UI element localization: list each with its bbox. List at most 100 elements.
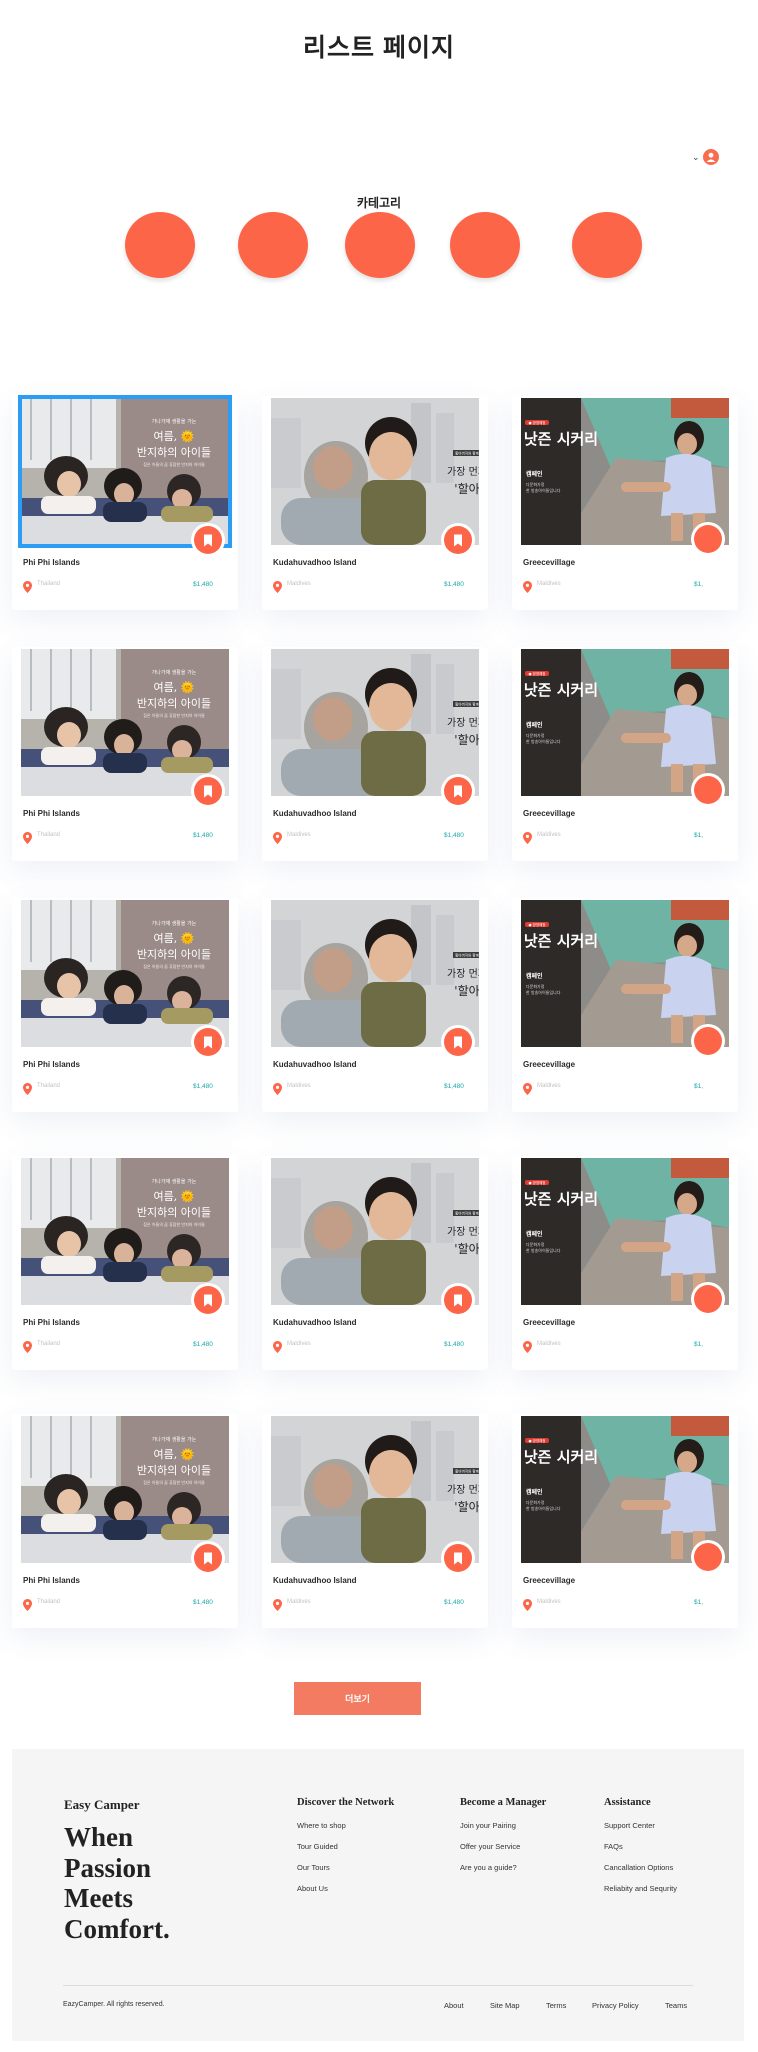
product-name[interactable]: Phi Phi Islands <box>23 1060 80 1069</box>
footer-link[interactable]: About Us <box>297 1884 394 1905</box>
product-card[interactable]: 가나가재 생활을 가는 여름, 🌞 반지하의 아이들 집은 아들의 꿈 휴잠한 … <box>12 898 238 1112</box>
footer-legal-link[interactable]: About <box>444 2001 464 2010</box>
footer-legal-link[interactable]: Privacy Policy <box>592 2001 639 2010</box>
product-card[interactable]: 가나가재 생활을 가는 여름, 🌞 반지하의 아이들 집은 아들의 꿈 휴잠한 … <box>12 395 238 610</box>
svg-text:가나가재 생활을 가는: 가나가재 생활을 가는 <box>152 920 197 927</box>
bookmark-icon[interactable] <box>694 1285 722 1313</box>
product-name[interactable]: Greecevillage <box>523 1060 575 1069</box>
bookmark-icon[interactable] <box>444 1286 472 1314</box>
product-image[interactable]: 가장 먼저 '할아 할아버지와 함께 <box>271 398 479 545</box>
footer-link[interactable]: Our Tours <box>297 1863 394 1884</box>
product-image[interactable]: 가나가재 생활을 가는 여름, 🌞 반지하의 아이들 집은 아들의 꿈 휴잠한 … <box>18 395 232 548</box>
svg-text:'할아: '할아 <box>454 984 479 998</box>
product-name[interactable]: Phi Phi Islands <box>23 809 80 818</box>
footer-link[interactable]: Cancallation Options <box>604 1863 677 1884</box>
product-image[interactable]: ● 방영예정 낫즌 시커리 캠페인 다문화가정 한 방송아이들입니다 <box>521 1158 729 1305</box>
bookmark-icon[interactable] <box>444 526 472 554</box>
product-card[interactable]: ● 방영예정 낫즌 시커리 캠페인 다문화가정 한 방송아이들입니다 Greec… <box>512 1156 738 1370</box>
product-location: Maldives <box>287 1083 311 1089</box>
product-name[interactable]: Phi Phi Islands <box>23 558 80 567</box>
product-card[interactable]: 가장 먼저 '할아 할아버지와 함께 Kudahuvadhoo Island Ma… <box>262 396 488 610</box>
svg-text:'할아: '할아 <box>454 1500 479 1514</box>
product-image[interactable]: 가장 먼저 '할아 할아버지와 함께 <box>271 649 479 796</box>
footer-link[interactable]: Support Center <box>604 1821 677 1842</box>
product-image[interactable]: ● 방영예정 낫즌 시커리 캠페인 다문화가정 한 방송아이들입니다 <box>521 398 729 545</box>
location-pin-icon <box>523 831 532 844</box>
product-image[interactable]: 가나가재 생활을 가는 여름, 🌞 반지하의 아이들 집은 아들의 꿈 휴잠한 … <box>21 900 229 1047</box>
bookmark-icon[interactable] <box>694 525 722 553</box>
product-name[interactable]: Phi Phi Islands <box>23 1318 80 1327</box>
product-image[interactable]: ● 방영예정 낫즌 시커리 캠페인 다문화가정 한 방송아이들입니다 <box>521 900 729 1047</box>
category-item[interactable] <box>125 212 195 278</box>
footer-link[interactable]: Are you a guide? <box>460 1863 546 1884</box>
footer-link[interactable]: Where to shop <box>297 1821 394 1842</box>
user-menu[interactable]: ⌄ <box>692 149 719 165</box>
product-name[interactable]: Greecevillage <box>523 1318 575 1327</box>
svg-text:가장 먼저: 가장 먼저 <box>447 1484 479 1496</box>
load-more-button[interactable]: 더보기 <box>294 1682 421 1715</box>
bookmark-icon[interactable] <box>194 1028 222 1056</box>
product-thumbnail: 가장 먼저 '할아 할아버지와 함께 <box>271 649 479 796</box>
bookmark-icon[interactable] <box>194 1286 222 1314</box>
bookmark-icon[interactable] <box>194 777 222 805</box>
product-image[interactable]: 가장 먼저 '할아 할아버지와 함께 <box>271 900 479 1047</box>
footer-legal-link[interactable]: Terms <box>546 2001 566 2010</box>
footer-link[interactable]: Tour Guided <box>297 1842 394 1863</box>
bookmark-icon[interactable] <box>194 1544 222 1572</box>
category-item[interactable] <box>345 212 415 278</box>
product-card[interactable]: 가장 먼저 '할아 할아버지와 함께 Kudahuvadhoo Island Ma… <box>262 898 488 1112</box>
product-card[interactable]: ● 방영예정 낫즌 시커리 캠페인 다문화가정 한 방송아이들입니다 Greec… <box>512 898 738 1112</box>
product-name[interactable]: Greecevillage <box>523 558 575 567</box>
category-item[interactable] <box>572 212 642 278</box>
footer-legal-link[interactable]: Site Map <box>490 2001 520 2010</box>
product-thumbnail: 가나가재 생활을 가는 여름, 🌞 반지하의 아이들 집은 아들의 꿈 휴잠한 … <box>21 649 229 796</box>
product-image[interactable]: ● 방영예정 낫즌 시커리 캠페인 다문화가정 한 방송아이들입니다 <box>521 649 729 796</box>
product-card[interactable]: ● 방영예정 낫즌 시커리 캠페인 다문화가정 한 방송아이들입니다 Greec… <box>512 1414 738 1628</box>
category-item[interactable] <box>238 212 308 278</box>
product-card[interactable]: 가장 먼저 '할아 할아버지와 함께 Kudahuvadhoo Island Ma… <box>262 647 488 861</box>
product-location: Thailand <box>37 1083 61 1089</box>
footer-link[interactable]: Reliabity and Sequrity <box>604 1884 677 1905</box>
svg-text:할아버지와 함께: 할아버지와 함께 <box>455 953 479 958</box>
product-card[interactable]: ● 방영예정 낫즌 시커리 캠페인 다문화가정 한 방송아이들입니다 Greec… <box>512 647 738 861</box>
product-image[interactable]: 가장 먼저 '할아 할아버지와 함께 <box>271 1158 479 1305</box>
product-card[interactable]: 가장 먼저 '할아 할아버지와 함께 Kudahuvadhoo Island Ma… <box>262 1156 488 1370</box>
product-image[interactable]: 가나가재 생활을 가는 여름, 🌞 반지하의 아이들 집은 아들의 꿈 휴잠한 … <box>21 1416 229 1563</box>
product-image[interactable]: 가나가재 생활을 가는 여름, 🌞 반지하의 아이들 집은 아들의 꿈 휴잠한 … <box>21 649 229 796</box>
svg-text:할아버지와 함께: 할아버지와 함께 <box>455 451 479 456</box>
bookmark-icon[interactable] <box>694 1027 722 1055</box>
footer: Easy Camper When Passion Meets Comfort. … <box>12 1749 744 2041</box>
product-name[interactable]: Kudahuvadhoo Island <box>273 809 357 818</box>
user-icon[interactable] <box>702 149 719 165</box>
product-image[interactable]: 가장 먼저 '할아 할아버지와 함께 <box>271 1416 479 1563</box>
product-location: Maldives <box>537 1341 561 1347</box>
product-card[interactable]: 가나가재 생활을 가는 여름, 🌞 반지하의 아이들 집은 아들의 꿈 휴잠한 … <box>12 1156 238 1370</box>
product-card[interactable]: 가장 먼저 '할아 할아버지와 함께 Kudahuvadhoo Island Ma… <box>262 1414 488 1628</box>
product-name[interactable]: Phi Phi Islands <box>23 1576 80 1585</box>
product-name[interactable]: Kudahuvadhoo Island <box>273 1060 357 1069</box>
product-name[interactable]: Kudahuvadhoo Island <box>273 558 357 567</box>
footer-legal-link[interactable]: Teams <box>665 2001 687 2010</box>
footer-link[interactable]: Join your Pairing <box>460 1821 546 1842</box>
category-item[interactable] <box>450 212 520 278</box>
bookmark-icon[interactable] <box>444 777 472 805</box>
product-name[interactable]: Kudahuvadhoo Island <box>273 1318 357 1327</box>
product-image[interactable]: 가나가재 생활을 가는 여름, 🌞 반지하의 아이들 집은 아들의 꿈 휴잠한 … <box>21 1158 229 1305</box>
location-pin-icon <box>523 1598 532 1611</box>
product-image[interactable]: ● 방영예정 낫즌 시커리 캠페인 다문화가정 한 방송아이들입니다 <box>521 1416 729 1563</box>
bookmark-icon[interactable] <box>194 526 222 554</box>
product-card[interactable]: 가나가재 생활을 가는 여름, 🌞 반지하의 아이들 집은 아들의 꿈 휴잠한 … <box>12 647 238 861</box>
chevron-down-icon[interactable]: ⌄ <box>692 152 700 163</box>
product-card[interactable]: ● 방영예정 낫즌 시커리 캠페인 다문화가정 한 방송아이들입니다 Greec… <box>512 396 738 610</box>
bookmark-icon[interactable] <box>444 1028 472 1056</box>
bookmark-icon[interactable] <box>694 776 722 804</box>
footer-link[interactable]: FAQs <box>604 1842 677 1863</box>
product-name[interactable]: Greecevillage <box>523 1576 575 1585</box>
footer-link[interactable]: Offer your Service <box>460 1842 546 1863</box>
location-pin-icon <box>23 1340 32 1353</box>
bookmark-icon[interactable] <box>444 1544 472 1572</box>
product-card[interactable]: 가나가재 생활을 가는 여름, 🌞 반지하의 아이들 집은 아들의 꿈 휴잠한 … <box>12 1414 238 1628</box>
product-name[interactable]: Greecevillage <box>523 809 575 818</box>
product-name[interactable]: Kudahuvadhoo Island <box>273 1576 357 1585</box>
bookmark-icon[interactable] <box>694 1543 722 1571</box>
